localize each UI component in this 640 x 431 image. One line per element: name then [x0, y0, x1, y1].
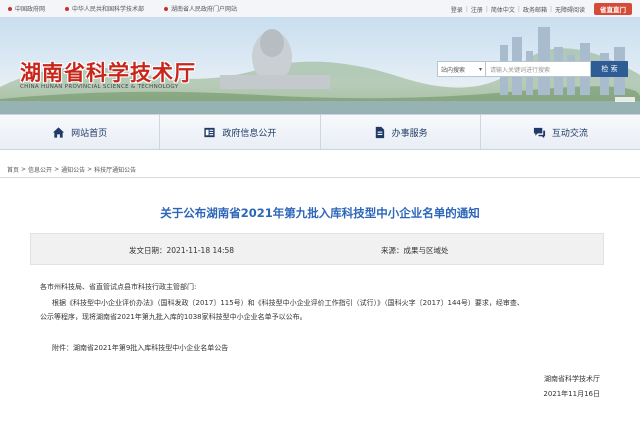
publish-date: 发文日期：2021-11-18 14:58	[129, 246, 235, 255]
salutation: 各市州科技局、省直管试点县市科技行政主管部门:	[40, 283, 197, 291]
register-link[interactable]: 注册	[471, 5, 483, 14]
accessibility-link[interactable]: 无障碍阅读	[555, 5, 585, 14]
divider: |	[549, 5, 552, 13]
search-input[interactable]: 请输入关键词进行搜索	[486, 61, 591, 77]
breadcrumb-notices[interactable]: 通知公告	[61, 165, 85, 174]
nav-item-gov-info[interactable]: 政府信息公开	[160, 115, 321, 149]
divider: |	[485, 5, 488, 13]
login-link[interactable]: 登录	[451, 5, 463, 14]
gov-mail-link[interactable]: 政务邮箱	[523, 5, 547, 14]
top-utility-bar: 中国政府网 中华人民共和国科学技术部 湖南省人民政府门户网站 登录 | 注册 |…	[0, 0, 640, 17]
site-banner: 湖南省科学技术厅 CHINA HUNAN PROVINCIAL SCIENCE …	[0, 17, 640, 114]
nav-item-label: 互动交流	[551, 128, 588, 139]
chat-icon	[533, 127, 545, 138]
file-icon	[375, 126, 384, 138]
divider	[0, 177, 640, 178]
breadcrumb: 首页 > 信息公开 > 通知公告 > 科技厅通知公告	[0, 162, 640, 176]
paragraph-line: 公示等程序，现将湖南省2021年第九批入库的1038家科技型中小企业名单予以公布…	[40, 313, 307, 321]
paragraph-line: 根据《科技型中小企业评价办法》（国科发政〔2017〕115号）和《科技型中小企业…	[52, 299, 524, 307]
search-scope-label: 站内搜索	[441, 66, 466, 74]
chevron-down-icon: ▾	[478, 65, 482, 73]
nav-item-label: 办事服务	[391, 128, 428, 139]
breadcrumb-separator: >	[87, 165, 93, 173]
document-icon	[204, 127, 215, 137]
sign-date: 2021年11月16日	[543, 390, 600, 398]
main-nav: 网站首页 政府信息公开 办事服务 互动交流	[0, 114, 640, 150]
external-links: 中国政府网 中华人民共和国科学技术部 湖南省人民政府门户网站	[8, 4, 237, 13]
breadcrumb-info-public[interactable]: 信息公开	[28, 165, 52, 174]
breadcrumb-current[interactable]: 科技厅通知公告	[94, 165, 136, 174]
attachment-link[interactable]: 附件：湖南省2021年第9批入库科技型中小企业名单公告	[52, 343, 228, 353]
article-source: 来源：成果与区域处	[381, 246, 449, 255]
home-icon	[53, 126, 65, 138]
external-link-gov[interactable]: 中国政府网	[8, 4, 45, 13]
site-title: 湖南省科学技术厅	[20, 61, 196, 85]
search-bar: 站内搜索 ▾ 请输入关键词进行搜索 检 索	[437, 61, 628, 77]
divider: |	[517, 5, 520, 13]
nav-item-home[interactable]: 网站首页	[0, 115, 161, 149]
breadcrumb-separator: >	[21, 165, 27, 173]
divider: |	[465, 5, 468, 13]
simplified-chinese-link[interactable]: 简体中文	[491, 5, 515, 14]
search-button[interactable]: 检 索	[591, 61, 628, 77]
article-meta: 发文日期：2021-11-18 14:58 来源：成果与区域处	[30, 233, 604, 265]
external-link-most[interactable]: 中华人民共和国科学技术部	[65, 4, 144, 13]
nav-item-services[interactable]: 办事服务	[321, 115, 481, 149]
nav-item-interaction[interactable]: 互动交流	[481, 115, 640, 149]
nav-item-label: 网站首页	[71, 128, 108, 139]
language-button[interactable]: 省直直门	[594, 3, 632, 15]
nav-item-label: 政府信息公开	[222, 128, 277, 139]
external-link-hunan[interactable]: 湖南省人民政府门户网站	[164, 4, 237, 13]
signature: 湖南省科学技术厅	[544, 375, 600, 383]
site-subtitle: CHINA HUNAN PROVINCIAL SCIENCE & TECHNOL…	[20, 84, 179, 90]
search-scope-select[interactable]: 站内搜索 ▾	[437, 61, 486, 77]
breadcrumb-home[interactable]: 首页	[7, 165, 19, 174]
breadcrumb-separator: >	[54, 165, 60, 173]
article-title: 关于公布湖南省2021年第九批入库科技型中小企业名单的通知	[160, 206, 480, 220]
user-actions: 登录 | 注册 | 简体中文 | 政务邮箱 | 无障碍阅读 省直直门	[451, 3, 632, 15]
